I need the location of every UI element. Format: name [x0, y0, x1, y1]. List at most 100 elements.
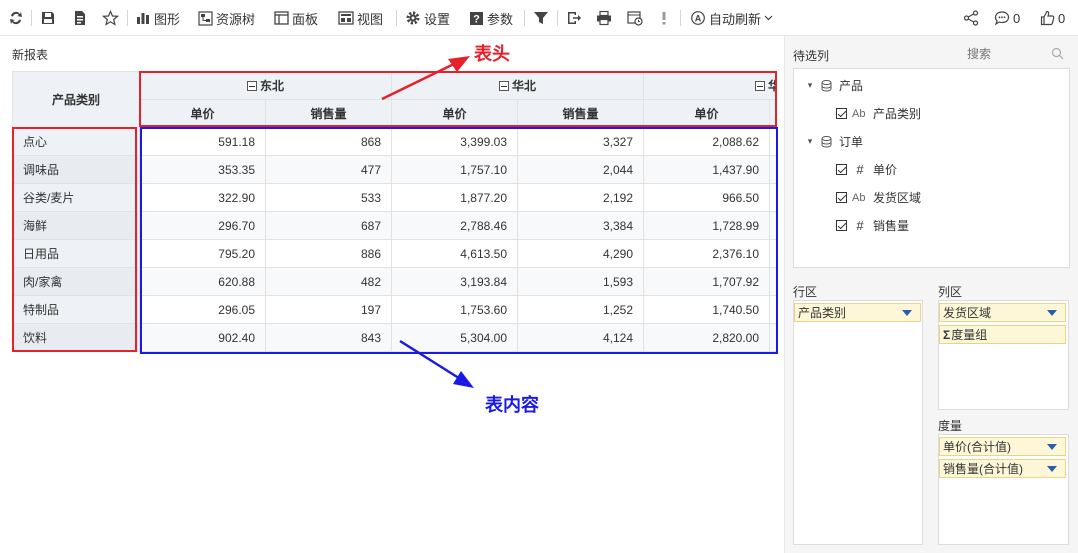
table-cell[interactable]: 1,707.92: [643, 267, 771, 296]
share-button[interactable]: [963, 6, 979, 30]
table-cell[interactable]: 868: [264, 127, 393, 156]
dropdown-arrow-icon[interactable]: [1047, 310, 1057, 316]
table-cell[interactable]: 482: [264, 267, 393, 296]
table-cell[interactable]: 591.18: [139, 127, 266, 156]
print-button[interactable]: [596, 6, 612, 30]
table-cell[interactable]: [769, 127, 776, 156]
save-as-button[interactable]: [72, 6, 88, 30]
table-cell[interactable]: 795.20: [139, 239, 266, 268]
table-cell[interactable]: 353.35: [139, 155, 266, 184]
rows-zone[interactable]: [793, 300, 923, 545]
table-cell[interactable]: 886: [264, 239, 393, 268]
table-cell[interactable]: 1,757.10: [391, 155, 519, 184]
export-button[interactable]: [566, 6, 582, 30]
table-cell[interactable]: 687: [264, 211, 393, 240]
checkbox[interactable]: [836, 192, 847, 203]
table-cell[interactable]: 2,376.10: [643, 239, 771, 268]
checkbox[interactable]: [836, 220, 847, 231]
table-cell[interactable]: [769, 211, 776, 240]
table-cell[interactable]: 4,124: [517, 323, 645, 352]
row-category[interactable]: 谷类/麦片: [12, 183, 140, 212]
auto-refresh-button[interactable]: A 自动刷新: [690, 6, 773, 30]
table-cell[interactable]: 3,193.84: [391, 267, 519, 296]
favorite-button[interactable]: [102, 6, 119, 30]
table-cell[interactable]: [769, 295, 776, 324]
table-cell[interactable]: 1,740.50: [643, 295, 771, 324]
warning-button[interactable]: [660, 6, 668, 30]
table-cell[interactable]: 1,728.99: [643, 211, 771, 240]
chart-button[interactable]: 图形: [136, 6, 180, 30]
table-cell[interactable]: 4,613.50: [391, 239, 519, 268]
row-category[interactable]: 日用品: [12, 239, 140, 268]
table-cell[interactable]: [769, 155, 776, 184]
table-cell[interactable]: 2,192: [517, 183, 645, 212]
row-category[interactable]: 海鲜: [12, 211, 140, 240]
row-category[interactable]: 特制品: [12, 295, 140, 324]
chevron-down-icon[interactable]: ▾: [806, 80, 814, 91]
table-cell[interactable]: 1,593: [517, 267, 645, 296]
comments-button[interactable]: 0: [994, 6, 1020, 30]
like-button[interactable]: 0: [1040, 6, 1065, 30]
dropdown-arrow-icon[interactable]: [1047, 466, 1057, 472]
table-cell[interactable]: 3,327: [517, 127, 645, 156]
table-cell[interactable]: [769, 267, 776, 296]
table-cell[interactable]: 1,437.90: [643, 155, 771, 184]
table-cell[interactable]: 2,088.62: [643, 127, 771, 156]
table-cell[interactable]: 1,753.60: [391, 295, 519, 324]
settings-button[interactable]: 设置: [405, 6, 450, 30]
panel-button[interactable]: 面板: [274, 6, 318, 30]
region-header-third[interactable]: 华: [643, 71, 776, 100]
region-header-northeast[interactable]: 东北: [138, 71, 393, 100]
table-cell[interactable]: 322.90: [139, 183, 266, 212]
table-cell[interactable]: 843: [264, 323, 393, 352]
table-cell[interactable]: 296.70: [139, 211, 266, 240]
tree-group-product[interactable]: ▾ 产品: [806, 77, 863, 94]
table-cell[interactable]: 296.05: [139, 295, 266, 324]
table-cell[interactable]: 1,252: [517, 295, 645, 324]
table-cell[interactable]: 2,820.00: [643, 323, 771, 352]
tree-field[interactable]: Ab 产品类别: [836, 105, 921, 122]
row-category[interactable]: 肉/家禽: [12, 267, 140, 296]
table-cell[interactable]: 620.88: [139, 267, 266, 296]
table-cell[interactable]: 197: [264, 295, 393, 324]
table-cell[interactable]: 1,877.20: [391, 183, 519, 212]
dropdown-arrow-icon[interactable]: [902, 310, 912, 316]
rows-chip[interactable]: 产品类别: [794, 303, 921, 322]
table-cell[interactable]: 477: [264, 155, 393, 184]
table-cell[interactable]: [769, 183, 776, 212]
tree-field[interactable]: # 单价: [836, 161, 897, 178]
collapse-icon[interactable]: [247, 81, 257, 91]
row-category[interactable]: 点心: [12, 127, 140, 156]
chevron-down-icon[interactable]: ▾: [806, 136, 814, 147]
table-cell[interactable]: 5,304.00: [391, 323, 519, 352]
checkbox[interactable]: [836, 164, 847, 175]
table-cell[interactable]: [769, 239, 776, 268]
checkbox[interactable]: [836, 108, 847, 119]
table-cell[interactable]: 3,384: [517, 211, 645, 240]
view-button[interactable]: 视图: [338, 6, 383, 30]
search-icon[interactable]: [1051, 47, 1064, 60]
measure-chip[interactable]: 单价(合计值): [939, 437, 1066, 456]
tree-field[interactable]: Ab 发货区域: [836, 189, 921, 206]
params-button[interactable]: ? 参数: [469, 6, 513, 30]
table-cell[interactable]: 902.40: [139, 323, 266, 352]
save-button[interactable]: [40, 6, 56, 30]
collapse-icon[interactable]: [499, 81, 510, 91]
tree-group-order[interactable]: ▾ 订单: [806, 133, 863, 150]
table-cell[interactable]: 533: [264, 183, 393, 212]
region-header-north[interactable]: 华北: [391, 71, 645, 100]
measure-chip[interactable]: 销售量(合计值): [939, 459, 1066, 478]
table-cell[interactable]: 2,788.46: [391, 211, 519, 240]
table-cell[interactable]: 966.50: [643, 183, 771, 212]
schedule-button[interactable]: [627, 6, 643, 30]
table-cell[interactable]: [769, 323, 776, 352]
row-category[interactable]: 调味品: [12, 155, 140, 184]
row-category[interactable]: 饮料: [12, 323, 140, 352]
resource-tree-button[interactable]: 资源树: [198, 6, 255, 30]
dropdown-arrow-icon[interactable]: [1047, 444, 1057, 450]
refresh-button[interactable]: [8, 6, 24, 30]
table-cell[interactable]: 4,290: [517, 239, 645, 268]
filter-button[interactable]: [533, 6, 549, 30]
table-cell[interactable]: 2,044: [517, 155, 645, 184]
tree-field[interactable]: # 销售量: [836, 217, 909, 234]
